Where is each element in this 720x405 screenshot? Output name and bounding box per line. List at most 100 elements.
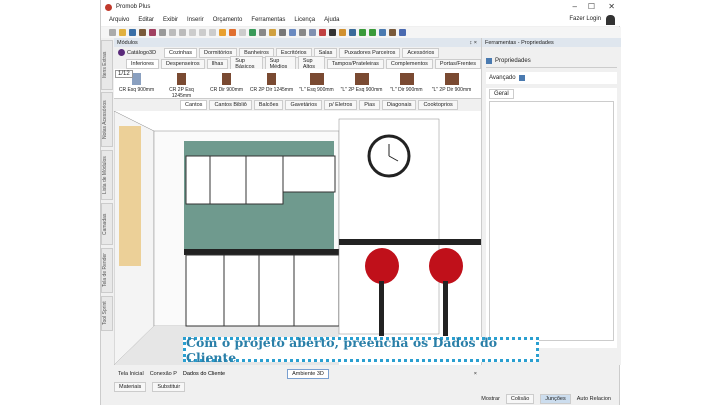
light-icon[interactable] (309, 29, 316, 36)
tab-gavetarios[interactable]: Gavetários (285, 99, 323, 110)
bar-counter (339, 239, 481, 245)
module-label: "L" Esq 900mm (299, 87, 334, 93)
arrow-left-icon[interactable] (359, 29, 366, 36)
login-link[interactable]: Fazer Login (569, 16, 601, 22)
tab-conexao[interactable]: Conexão P (150, 371, 177, 377)
door-icon[interactable] (319, 29, 326, 36)
rotate-icon[interactable] (279, 29, 286, 36)
menu-exibir[interactable]: Exibir (163, 17, 178, 23)
delete-icon[interactable] (239, 29, 246, 36)
minimize-button[interactable]: – (573, 2, 577, 11)
module-item[interactable]: "L" 2P Dir 900mm (429, 69, 474, 98)
menu-orcamento[interactable]: Orçamento (213, 17, 243, 23)
redo-icon[interactable] (179, 29, 186, 36)
auto-relacion-toggle[interactable]: Auto Relacion (577, 396, 611, 402)
wand-icon[interactable] (339, 29, 346, 36)
maximize-button[interactable]: ☐ (588, 2, 595, 11)
user-icon[interactable] (606, 15, 615, 25)
tab-cantos[interactable]: Cantos (180, 99, 208, 110)
tab-balcoes[interactable]: Balcões (253, 99, 284, 110)
tab-pias[interactable]: Pias (359, 99, 380, 110)
module-item[interactable]: "L" Dir 900mm (384, 69, 429, 98)
module-item[interactable]: CR Dir 900mm (204, 69, 249, 98)
juncoes-toggle[interactable]: Junções (540, 394, 571, 404)
module-item[interactable]: "L" Esq 900mm (294, 69, 339, 98)
menu-inserir[interactable]: Inserir (187, 17, 204, 23)
document-tabs: Tela Inicial Conexão P Dados do Cliente … (114, 368, 481, 380)
module-item[interactable]: "L" 2P Esq 900mm (339, 69, 384, 98)
open-icon[interactable] (119, 29, 126, 36)
subtab-complementos[interactable]: Complementos (385, 58, 433, 69)
vtab-lista-modulos[interactable]: Lista de Módulos (101, 150, 113, 200)
tab-tela-inicial[interactable]: Tela Inicial (118, 371, 144, 377)
dimension-icon[interactable] (299, 29, 306, 36)
menu-ferramentas[interactable]: Ferramentas (251, 17, 285, 23)
tab-eletros[interactable]: p/ Eletros (324, 99, 358, 110)
catalog-icon[interactable] (139, 29, 146, 36)
eye-icon[interactable] (349, 29, 356, 36)
tab-diagonais[interactable]: Diagonais (381, 99, 417, 110)
catalog-name[interactable]: Catálogo3D (127, 50, 156, 56)
colisao-toggle[interactable]: Colisão (505, 394, 535, 404)
vtab-itens-extras[interactable]: Itens Extras (101, 40, 113, 90)
grid-view-icon[interactable] (518, 75, 525, 81)
advanced-button[interactable]: Avançado (489, 75, 516, 81)
vtab-notas[interactable]: Notas Acessórios (101, 92, 113, 147)
close-tab-icon[interactable]: × (474, 371, 477, 377)
box-icon[interactable] (389, 29, 396, 36)
base-cabinets (185, 254, 340, 327)
grid-icon[interactable] (399, 29, 406, 36)
module-item[interactable]: CR 2P Esq 1245mm (159, 69, 204, 99)
mostrar-button[interactable]: Mostrar (481, 396, 500, 402)
menu-ajuda[interactable]: Ajuda (324, 17, 339, 23)
menu-arquivo[interactable]: Arquivo (109, 17, 129, 23)
module-item[interactable]: CR 2P Dir 1245mm (249, 69, 294, 98)
tab-dados-cliente[interactable]: Dados do Cliente (183, 371, 225, 377)
menu-licenca[interactable]: Licença (294, 17, 315, 23)
view-icon[interactable] (259, 29, 266, 36)
menu-editar[interactable]: Editar (138, 17, 154, 23)
filter-icon[interactable] (229, 29, 236, 36)
upper-cabinets (185, 155, 284, 205)
subtab-despenseiros[interactable]: Despenseiros (160, 58, 205, 69)
tab-cooktop[interactable]: Cooktoprios (418, 99, 458, 110)
title-bar: Promob Plus – ☐ ✕ (101, 0, 621, 14)
cut-icon[interactable] (189, 29, 196, 36)
copy-icon[interactable] (199, 29, 206, 36)
tab-puxadores[interactable]: Puxadores Parceiros (339, 47, 401, 58)
new-icon[interactable] (109, 29, 116, 36)
tab-cozinhas[interactable]: Cozinhas (164, 47, 197, 58)
subtab-inferiores[interactable]: Inferiores (126, 58, 159, 69)
paint-icon[interactable] (219, 29, 226, 36)
properties-header: Propriedades (486, 55, 617, 68)
toolbar (101, 27, 621, 38)
close-button[interactable]: ✕ (608, 2, 615, 11)
catalog-icon (118, 49, 125, 56)
vtab-camadas[interactable]: Camadas (101, 203, 113, 245)
tab-ambiente-3d[interactable]: Ambiente 3D (287, 369, 329, 379)
save-icon[interactable] (129, 29, 136, 36)
tab-cantos-bibli[interactable]: Cantos Bibliô (209, 99, 252, 110)
render-icon[interactable] (149, 29, 156, 36)
layout-icon[interactable] (379, 29, 386, 36)
module-list: 1/12 CR Esq 900mm CR 2P Esq 1245mm CR Di… (114, 69, 481, 99)
vtab-tool-sprint[interactable]: Tool Sprint (101, 296, 113, 331)
globe-icon[interactable] (249, 29, 256, 36)
tab-geral[interactable]: Geral (489, 89, 514, 99)
tab-substituir[interactable]: Substituir (152, 382, 186, 392)
print-icon[interactable] (159, 29, 166, 36)
3d-viewport[interactable] (114, 111, 481, 365)
paste-icon[interactable] (209, 29, 216, 36)
subtab-tampos[interactable]: Tampos/Prateleiras (326, 58, 384, 69)
subtab-portas[interactable]: Portas/Frentes (434, 58, 481, 69)
panel-controls[interactable]: ↕ × (470, 40, 478, 46)
subtab-ilhas[interactable]: Ilhas (206, 58, 229, 69)
move-icon[interactable] (329, 29, 336, 36)
vtab-tela-render[interactable]: Tela de Render (101, 248, 113, 293)
undo-icon[interactable] (169, 29, 176, 36)
arrow-right-icon[interactable] (369, 29, 376, 36)
tab-acessorios[interactable]: Acessórios (402, 47, 440, 58)
tab-materiais[interactable]: Materiais (114, 382, 147, 392)
select-icon[interactable] (289, 29, 296, 36)
measure-icon[interactable] (269, 29, 276, 36)
